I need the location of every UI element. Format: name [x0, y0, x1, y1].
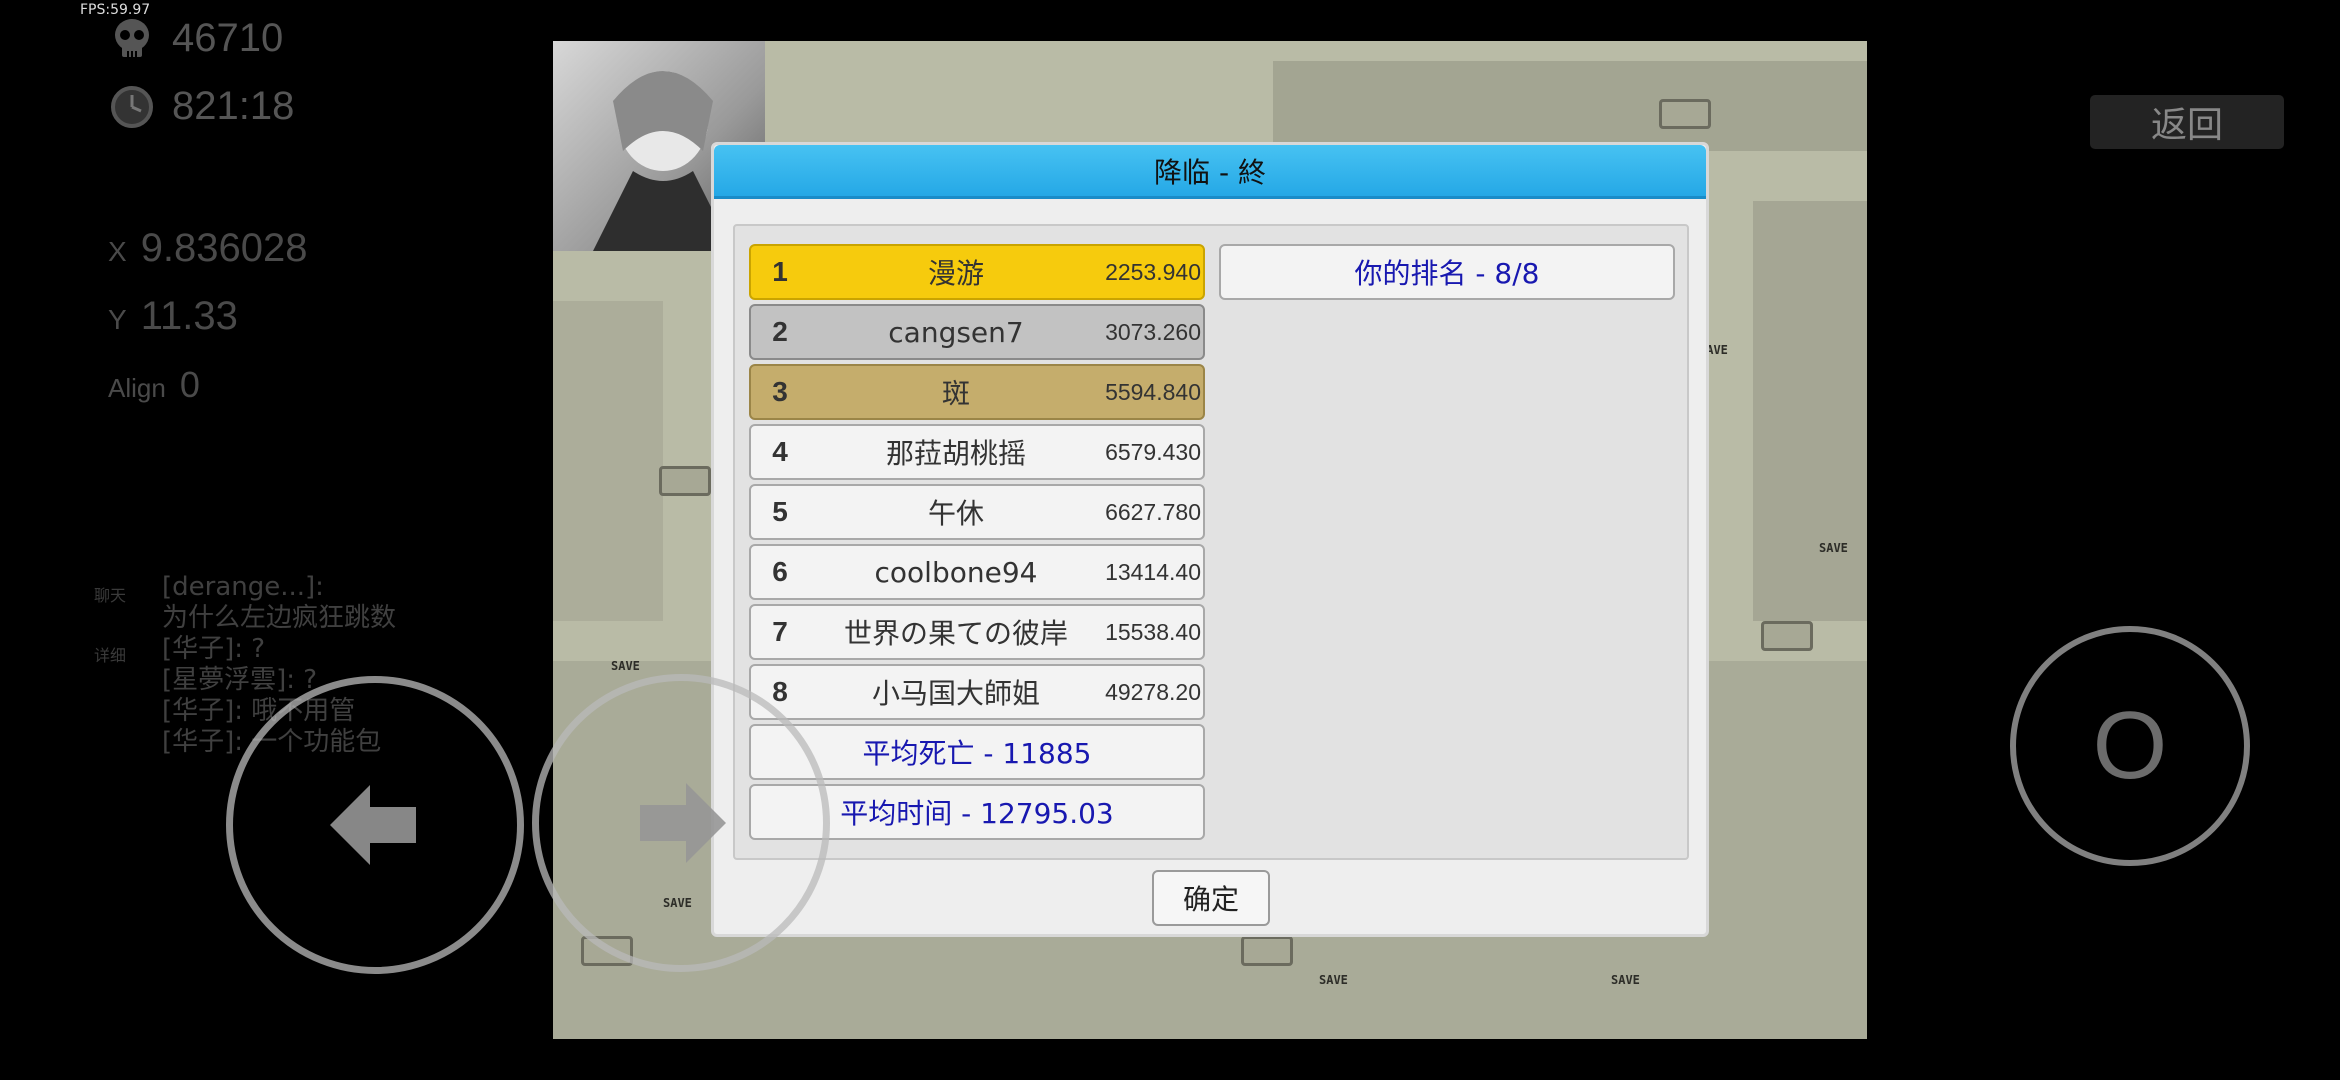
leaderboard-row: 5 午休 6627.780: [749, 484, 1205, 540]
jump-label: O: [2092, 692, 2168, 799]
rank-number: 7: [772, 616, 788, 647]
leaderboard-row: 6 coolbone94 13414.40: [749, 544, 1205, 600]
leaderboard-dialog: 降临 - 終 1 漫游 2253.940 2 cangsen7 3073.260…: [711, 142, 1709, 937]
chat-tab[interactable]: 聊天: [94, 582, 126, 606]
jump-button[interactable]: O: [2010, 626, 2250, 866]
leaderboard-row: 3 斑 5594.840: [749, 364, 1205, 420]
player-name: 小马国大師姐: [871, 677, 1040, 710]
detail-tab[interactable]: 详细: [94, 642, 126, 666]
rank-number: 1: [772, 256, 788, 287]
player-score: 13414.40: [1105, 558, 1201, 585]
coord-x-label: X: [108, 236, 127, 267]
rank-number: 3: [772, 376, 788, 407]
leaderboard-row: 2 cangsen7 3073.260: [749, 304, 1205, 360]
dialog-title: 降临 - 終: [714, 145, 1706, 199]
sign-post: [1761, 621, 1813, 651]
coord-y: Y 11.33: [108, 294, 238, 339]
move-right-button[interactable]: [532, 674, 830, 972]
arrow-right-icon: [640, 783, 726, 863]
save-point: SAVE: [1611, 973, 1640, 987]
leaderboard-row: 1 漫游 2253.940: [749, 244, 1205, 300]
save-point: SAVE: [1819, 541, 1848, 555]
confirm-button[interactable]: 确定: [1152, 870, 1270, 926]
chat-line: [华子]: ?: [162, 634, 266, 664]
player-score: 49278.20: [1105, 678, 1201, 705]
death-count: 46710: [172, 16, 284, 60]
coord-y-value: 11.33: [140, 294, 238, 338]
leaderboard-row: 8 小马国大師姐 49278.20: [749, 664, 1205, 720]
save-point: SAVE: [611, 659, 640, 673]
leaderboard-row: 7 世界の果ての彼岸 15538.40: [749, 604, 1205, 660]
rank-number: 5: [772, 496, 788, 527]
rank-number: 6: [772, 556, 788, 587]
player-score: 6579.430: [1105, 438, 1201, 465]
sign-post: [1241, 936, 1293, 966]
player-score: 5594.840: [1105, 378, 1201, 405]
chat-line: 为什么左边疯狂跳数: [162, 603, 397, 633]
player-name: 世界の果ての彼岸: [843, 617, 1068, 650]
coord-y-label: Y: [108, 304, 127, 335]
player-score: 3073.260: [1105, 318, 1201, 345]
player-score: 2253.940: [1105, 258, 1201, 285]
arrow-left-icon: [330, 785, 416, 865]
align-label: Align: [108, 373, 166, 403]
back-button[interactable]: 返回: [2090, 95, 2284, 149]
sign-post: [659, 466, 711, 496]
player-score: 15538.40: [1105, 618, 1201, 645]
player-name: cangsen7: [888, 315, 1024, 349]
save-point: SAVE: [1319, 973, 1348, 987]
your-rank: 你的排名 - 8/8: [1219, 244, 1675, 300]
player-name: 斑: [941, 377, 970, 410]
player-name: 午休: [927, 497, 984, 530]
player-name: 漫游: [927, 257, 984, 290]
player-name: coolbone94: [874, 555, 1038, 589]
player-score: 6627.780: [1105, 498, 1201, 525]
rank-number: 2: [772, 316, 788, 347]
align-value: 0: [179, 364, 200, 405]
rank-number: 4: [772, 436, 788, 467]
coord-x-value: 9.836028: [140, 226, 308, 270]
skull-icon: [110, 17, 154, 61]
play-time: 821:18: [172, 84, 295, 128]
leaderboard-row: 4 那菈胡桃摇 6579.430: [749, 424, 1205, 480]
leaderboard-panel: 1 漫游 2253.940 2 cangsen7 3073.260 3 斑 55…: [733, 224, 1689, 860]
player-name: 那菈胡桃摇: [885, 437, 1026, 470]
clock-icon: [110, 85, 154, 129]
align: Align 0: [108, 364, 200, 406]
move-left-button[interactable]: [226, 676, 524, 974]
time-counter: 821:18: [110, 84, 294, 129]
sign-post: [1659, 99, 1711, 129]
death-counter: 46710: [110, 16, 283, 61]
chat-line: [derange...]:: [162, 572, 324, 602]
coord-x: X 9.836028: [108, 226, 308, 271]
